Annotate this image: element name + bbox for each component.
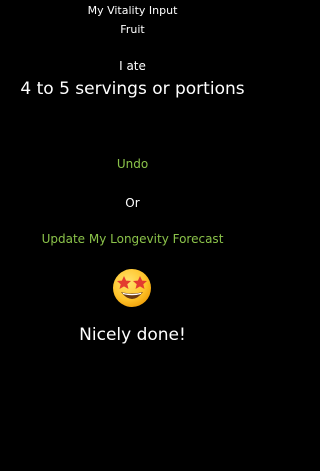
feedback-message: Nicely done! — [79, 325, 186, 345]
entry-intro: I ate — [119, 59, 146, 73]
star-struck-emoji-icon — [110, 266, 154, 310]
vitality-input-screen: My Vitality Input Fruit I ate 4 to 5 ser… — [0, 0, 265, 471]
update-forecast-button[interactable]: Update My Longevity Forecast — [0, 231, 265, 248]
or-separator: Or — [125, 196, 140, 210]
category-label: Fruit — [120, 23, 145, 36]
undo-button[interactable]: Undo — [0, 156, 265, 173]
app-title: My Vitality Input — [87, 4, 178, 17]
entry-amount: 4 to 5 servings or portions — [20, 79, 245, 99]
